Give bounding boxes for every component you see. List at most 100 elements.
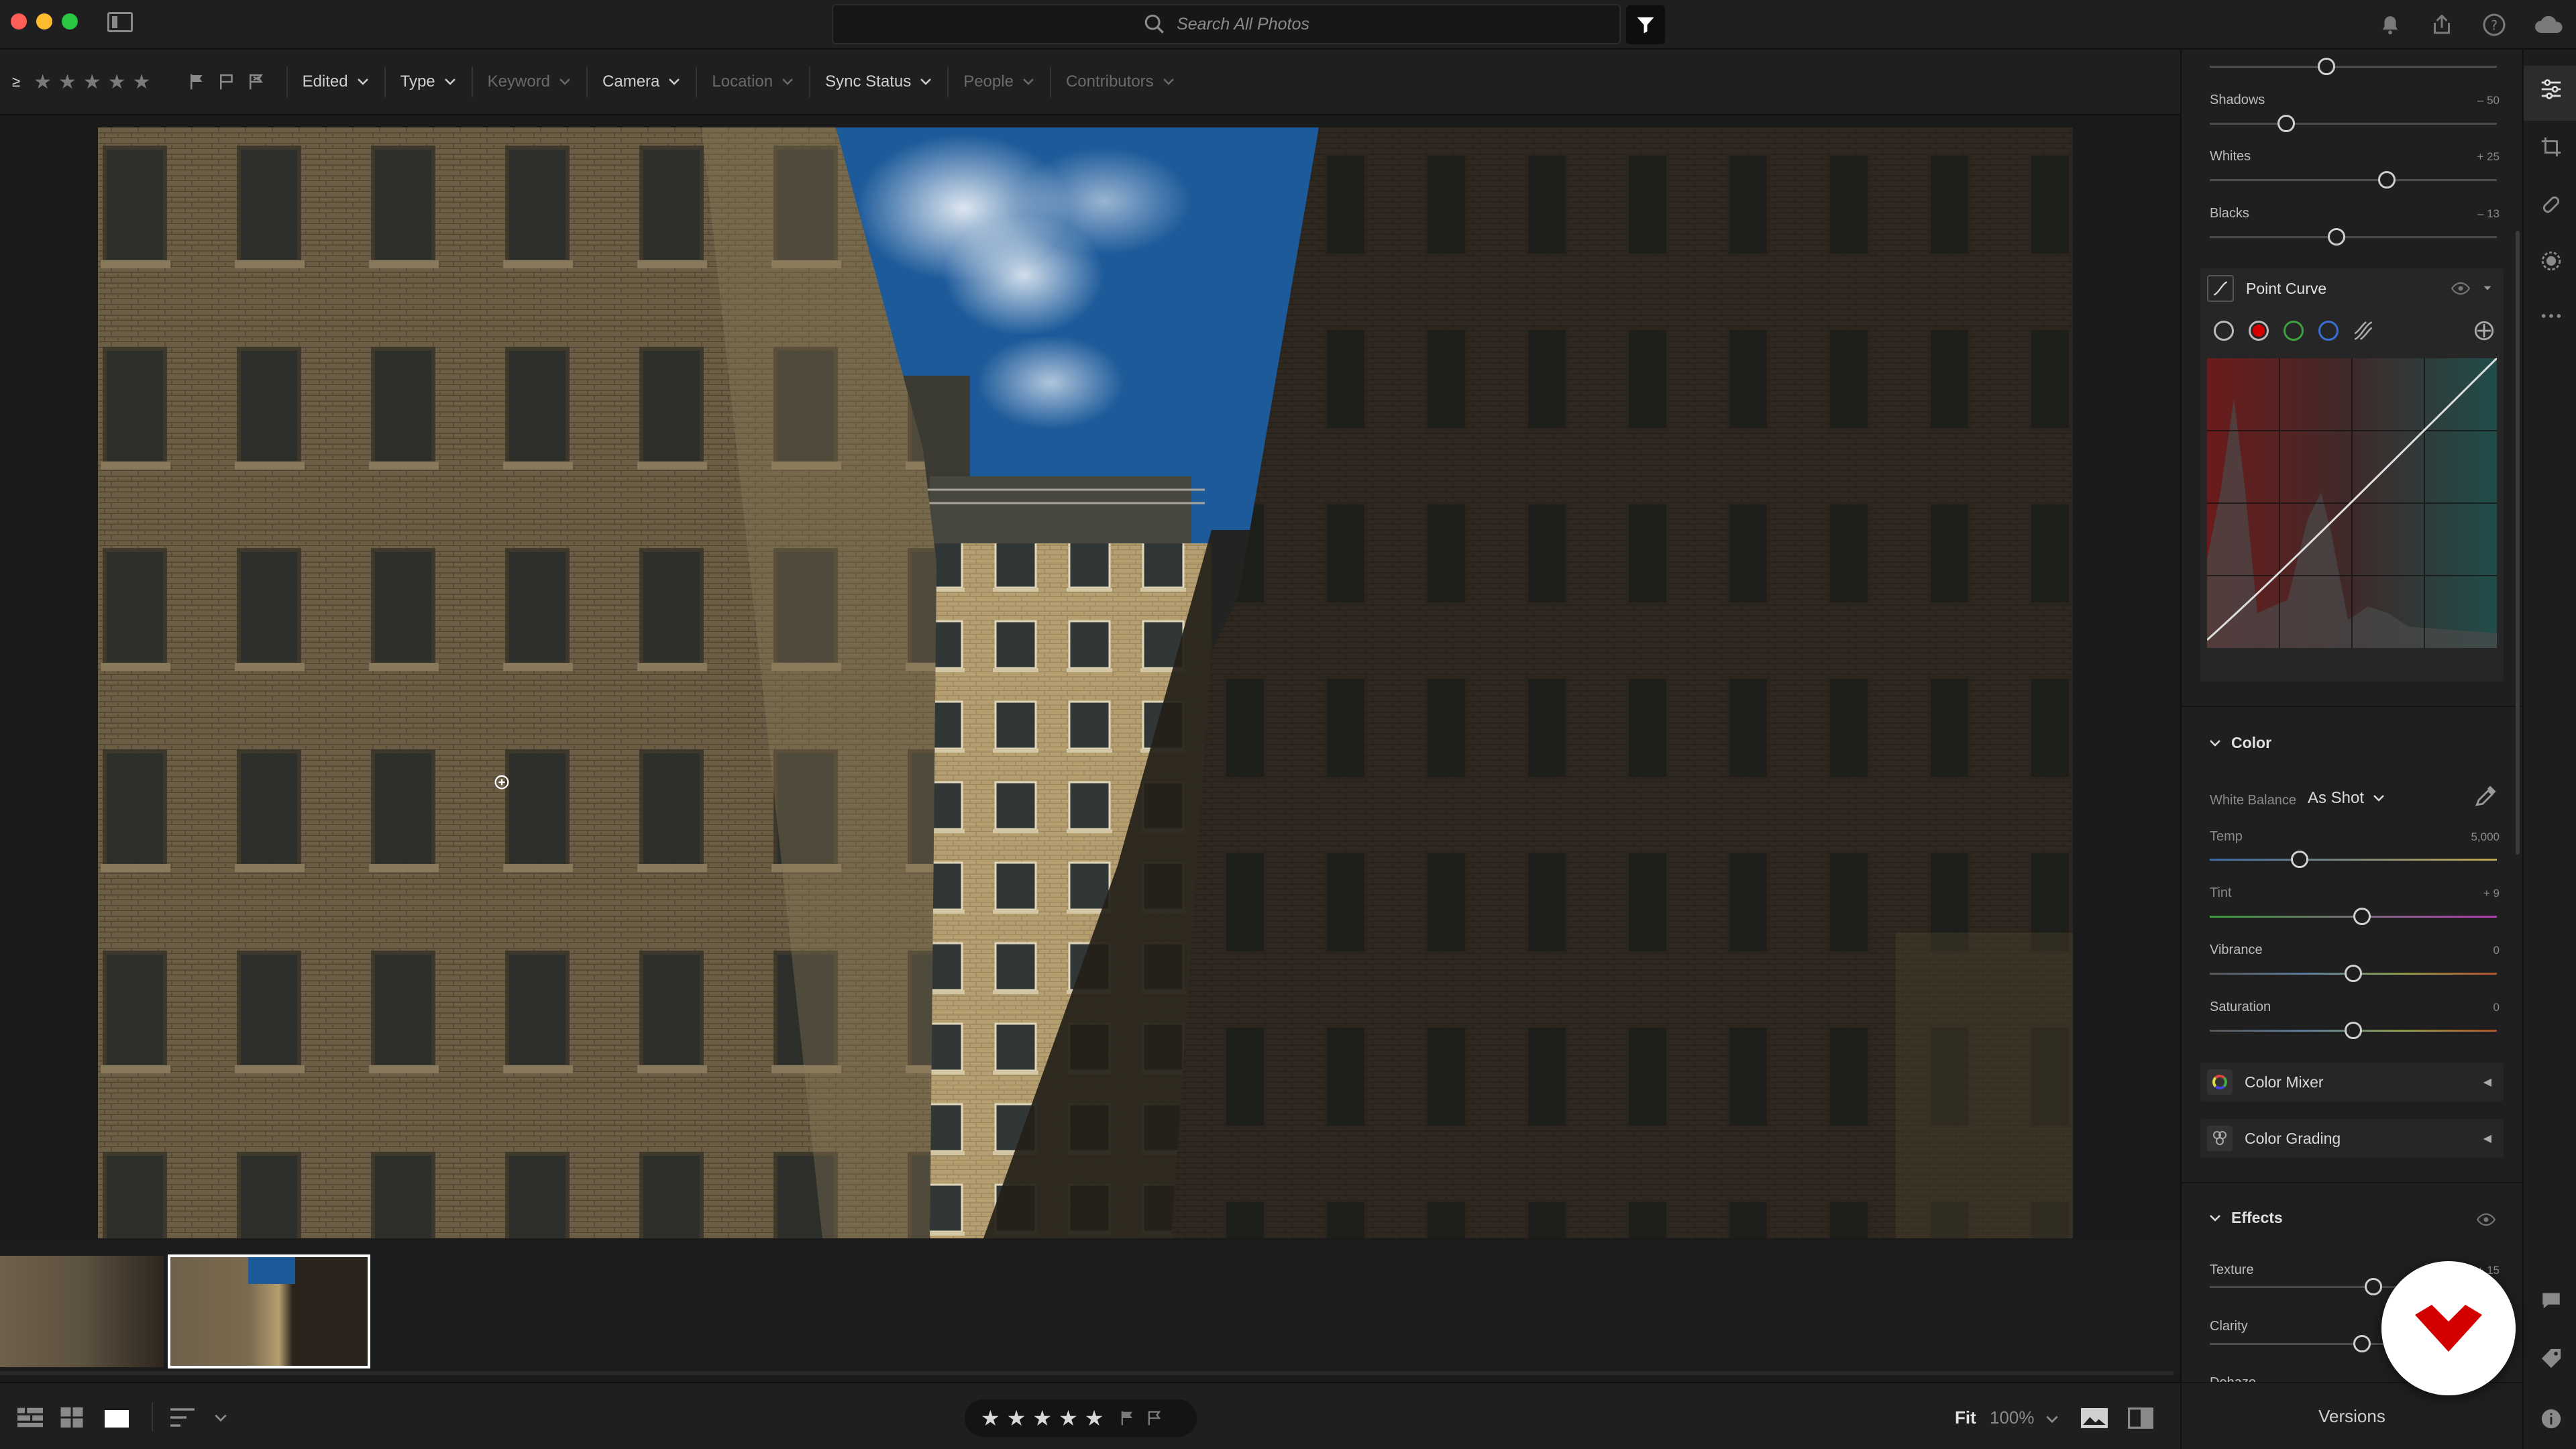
close-window-button[interactable] xyxy=(11,13,27,30)
filter-camera[interactable]: Camera xyxy=(588,50,696,114)
unflagged-icon[interactable] xyxy=(217,72,237,92)
healing-brush-icon[interactable] xyxy=(2540,193,2563,216)
keyword-tag-icon[interactable] xyxy=(2540,1347,2563,1370)
reject-flag-icon[interactable] xyxy=(1145,1409,1164,1428)
bottom-toolbar: ★★★★★ Fit 100% xyxy=(0,1382,2180,1449)
white-balance-dropdown[interactable]: As Shot xyxy=(2308,789,2385,808)
filmstrip-thumb-2-selected[interactable] xyxy=(168,1254,370,1368)
edit-sliders-icon[interactable] xyxy=(2540,78,2563,101)
eyedropper-icon[interactable] xyxy=(2474,785,2497,808)
whites-slider-knob[interactable] xyxy=(2378,171,2396,189)
top-slider-track[interactable] xyxy=(2210,66,2497,68)
parametric-curve-icon[interactable] xyxy=(2352,319,2375,342)
chevron-down-icon xyxy=(782,78,794,85)
whites-value[interactable]: + 25 xyxy=(2477,150,2500,164)
photo-rating-control: ★★★★★ xyxy=(965,1399,1197,1437)
brand-floating-button[interactable] xyxy=(2381,1261,2516,1395)
chevron-down-icon xyxy=(559,78,570,85)
photo-canvas[interactable] xyxy=(0,115,2180,1240)
search-input[interactable]: Search All Photos xyxy=(832,4,1621,44)
photo-grid-icon[interactable] xyxy=(17,1407,43,1428)
pick-flag-icon[interactable] xyxy=(1118,1409,1137,1428)
color-mixer-panel[interactable]: Color Mixer ◀ xyxy=(2200,1063,2504,1102)
chevron-down-icon[interactable] xyxy=(2482,284,2493,292)
share-icon[interactable] xyxy=(2430,13,2454,37)
blacks-slider-knob[interactable] xyxy=(2328,228,2345,246)
texture-slider-knob[interactable] xyxy=(2365,1278,2382,1295)
tint-slider-knob[interactable] xyxy=(2353,908,2371,925)
cloud-icon[interactable] xyxy=(2533,13,2565,37)
point-curve-header[interactable]: Point Curve xyxy=(2200,268,2504,309)
curve-channel-green[interactable] xyxy=(2284,321,2304,341)
help-icon[interactable]: ? xyxy=(2482,13,2506,37)
versions-button: Versions xyxy=(2318,1405,2385,1426)
color-grading-panel[interactable]: Color Grading ◀ xyxy=(2200,1119,2504,1158)
shadows-slider-track[interactable] xyxy=(2210,123,2497,125)
chevron-down-icon[interactable] xyxy=(213,1413,228,1424)
vibrance-slider-knob[interactable] xyxy=(2345,965,2362,982)
filter-type[interactable]: Type xyxy=(386,50,472,114)
filter-button[interactable] xyxy=(1626,5,1665,44)
star-rating-filter[interactable]: ★★★★★ xyxy=(34,50,184,114)
filter-location[interactable]: Location xyxy=(697,50,809,114)
chevron-down-icon[interactable] xyxy=(2045,1414,2059,1425)
photo-rating-stars[interactable]: ★★★★★ xyxy=(981,1405,1110,1431)
saturation-value[interactable]: 0 xyxy=(2493,1001,2500,1014)
minimize-window-button[interactable] xyxy=(36,13,52,30)
vibrance-value[interactable]: 0 xyxy=(2493,944,2500,957)
clarity-slider-knob[interactable] xyxy=(2353,1335,2371,1352)
filter-people[interactable]: People xyxy=(949,50,1050,114)
temp-value[interactable]: 5,000 xyxy=(2471,830,2500,844)
curve-channel-blue[interactable] xyxy=(2318,321,2339,341)
bell-icon[interactable] xyxy=(2379,13,2402,36)
compare-view-icon[interactable] xyxy=(2128,1407,2153,1429)
rejected-flag-icon[interactable] xyxy=(246,72,266,92)
visibility-eye-icon[interactable] xyxy=(2477,1213,2496,1226)
info-icon[interactable] xyxy=(2540,1407,2563,1430)
crop-icon[interactable] xyxy=(2540,136,2563,158)
fit-zoom-button[interactable]: Fit xyxy=(1955,1407,1976,1428)
filter-sync-status[interactable]: Sync Status xyxy=(810,50,947,114)
masking-icon[interactable] xyxy=(2540,250,2563,272)
effects-section-header[interactable]: Effects xyxy=(2208,1209,2283,1227)
square-grid-icon[interactable] xyxy=(60,1407,83,1428)
texture-label: Texture xyxy=(2210,1263,2254,1277)
detail-view-icon[interactable] xyxy=(105,1410,129,1428)
filmstrip-scrollbar[interactable] xyxy=(0,1371,2174,1375)
zoom-window-button[interactable] xyxy=(62,13,78,30)
temp-slider-track[interactable] xyxy=(2210,859,2497,861)
temp-slider-knob[interactable] xyxy=(2291,851,2308,868)
filter-edited[interactable]: Edited xyxy=(288,50,384,114)
tint-value[interactable]: + 9 xyxy=(2483,887,2500,900)
more-options-icon[interactable] xyxy=(2540,305,2563,327)
edit-panel: Shadows – 50 Whites + 25 Blacks – 13 Poi… xyxy=(2180,50,2524,1449)
main-photo[interactable] xyxy=(98,127,2073,1238)
shadows-value[interactable]: – 50 xyxy=(2477,94,2500,107)
blacks-value[interactable]: – 13 xyxy=(2477,207,2500,221)
sort-icon[interactable] xyxy=(170,1407,195,1428)
filter-keyword[interactable]: Keyword xyxy=(473,50,586,114)
chevron-down-icon xyxy=(1163,78,1174,85)
saturation-slider-knob[interactable] xyxy=(2345,1022,2362,1039)
zoom-level[interactable]: 100% xyxy=(1990,1407,2035,1428)
blacks-slider-track[interactable] xyxy=(2210,236,2497,238)
sidebar-toggle-icon[interactable] xyxy=(107,12,133,32)
color-section-header[interactable]: Color xyxy=(2208,734,2271,752)
whites-slider-track[interactable] xyxy=(2210,179,2497,181)
shadows-slider-knob[interactable] xyxy=(2277,115,2295,132)
filmstrip-thumb-1[interactable] xyxy=(0,1256,164,1367)
top-slider-knob[interactable] xyxy=(2318,58,2335,75)
visibility-eye-icon[interactable] xyxy=(2451,282,2470,295)
collapse-filters-button[interactable]: ≥ xyxy=(0,50,34,114)
curve-channel-red[interactable] xyxy=(2249,321,2269,341)
panel-scrollbar[interactable] xyxy=(2516,231,2520,855)
point-curve-graph[interactable] xyxy=(2207,358,2497,648)
comment-icon[interactable] xyxy=(2540,1289,2563,1312)
curve-channel-rgb[interactable] xyxy=(2214,321,2234,341)
filter-contributors[interactable]: Contributors xyxy=(1051,50,1190,114)
chevron-down-icon xyxy=(669,78,680,85)
versions-bar[interactable]: Versions xyxy=(2182,1382,2522,1449)
pick-flag-icon[interactable] xyxy=(187,72,207,92)
show-original-icon[interactable] xyxy=(2081,1407,2108,1429)
target-adjust-icon[interactable] xyxy=(2473,319,2496,342)
